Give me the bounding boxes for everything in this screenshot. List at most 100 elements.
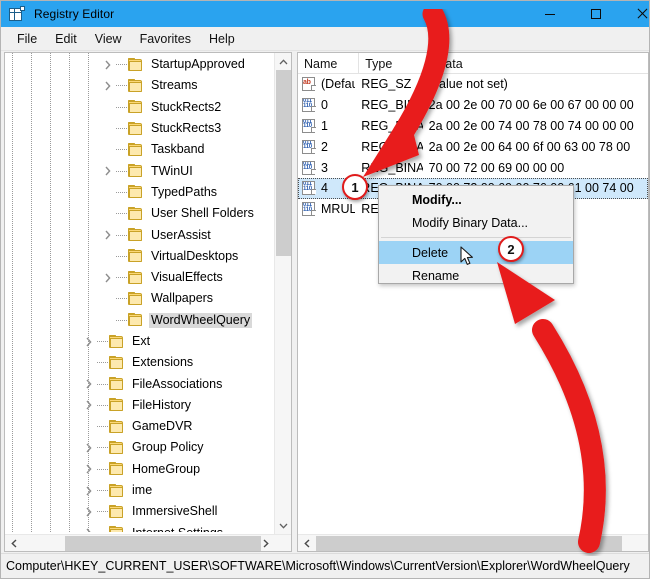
maximize-button[interactable] bbox=[573, 1, 619, 27]
tree-item-streams[interactable]: Streams bbox=[5, 75, 273, 96]
expand-chevron-icon[interactable] bbox=[81, 459, 97, 480]
context-menu-item-modify[interactable]: Modify... bbox=[379, 188, 573, 211]
expand-chevron-icon[interactable] bbox=[81, 331, 97, 352]
maximize-icon bbox=[591, 9, 601, 19]
tree-scroll-right-button[interactable] bbox=[257, 535, 274, 551]
tree-item-taskband[interactable]: Taskband bbox=[5, 139, 273, 160]
minimize-button[interactable] bbox=[527, 1, 573, 27]
tree-item-virtualdesktops[interactable]: VirtualDesktops bbox=[5, 246, 273, 267]
context-menu-item-delete[interactable]: Delete bbox=[379, 241, 573, 264]
tree-connector-line bbox=[116, 277, 127, 279]
tree-leaf-spacer bbox=[100, 182, 116, 203]
tree-guide-line bbox=[50, 53, 51, 532]
context-menu-item-rename[interactable]: Rename bbox=[379, 264, 573, 287]
expand-chevron-icon[interactable] bbox=[81, 437, 97, 458]
expand-chevron-icon[interactable] bbox=[100, 160, 116, 181]
context-menu[interactable]: Modify... Modify Binary Data... Delete Rena… bbox=[378, 185, 574, 284]
value-row[interactable]: 011110 1 REG_BINARY 2a 00 2e 00 74 00 78 00… bbox=[298, 116, 648, 137]
values-horizontal-scrollbar[interactable] bbox=[298, 534, 648, 551]
tree-connector-line bbox=[116, 234, 127, 236]
tree-item-label: Streams bbox=[151, 78, 198, 93]
value-name-cell: ab (Default) bbox=[298, 74, 355, 95]
column-header-name[interactable]: Name bbox=[298, 53, 360, 74]
tree-scroll-left-button[interactable] bbox=[5, 535, 22, 551]
binary-value-icon: 011 110 bbox=[302, 202, 317, 217]
expand-chevron-icon[interactable] bbox=[100, 54, 116, 75]
tree-item-homegroup[interactable]: HomeGroup bbox=[5, 459, 273, 480]
folder-icon bbox=[109, 419, 125, 434]
registry-tree[interactable]: StartupApproved Streams StuckRects2 StuckRe… bbox=[5, 53, 273, 532]
tree-leaf-spacer bbox=[100, 139, 116, 160]
tree-item-stuckrects2[interactable]: StuckRects2 bbox=[5, 97, 273, 118]
tree-item-twinui[interactable]: TWinUI bbox=[5, 160, 273, 181]
tree-guide-line bbox=[12, 53, 13, 532]
value-row[interactable]: 011110 0 REG_BINARY 2a 00 2e 00 70 00 6e 00… bbox=[298, 95, 648, 116]
expand-chevron-icon[interactable] bbox=[100, 267, 116, 288]
tree-scroll-thumb[interactable] bbox=[276, 70, 291, 256]
folder-icon bbox=[128, 100, 144, 114]
value-name-cell: 011 110 0 bbox=[298, 95, 355, 116]
menu-favorites[interactable]: Favorites bbox=[131, 29, 200, 49]
tree-item-label: Wallpapers bbox=[151, 291, 214, 306]
tree-vertical-scrollbar[interactable] bbox=[274, 53, 291, 551]
expand-chevron-icon[interactable] bbox=[81, 373, 97, 394]
tree-item-wallpapers[interactable]: Wallpapers bbox=[5, 288, 273, 309]
registry-values-pane: Name Type Data ab (Default) REG_SZ (value n… bbox=[297, 52, 649, 552]
value-row[interactable]: 011110 2 REG_BINARY 2a 00 2e 00 64 00 6f 00… bbox=[298, 136, 648, 157]
menu-view[interactable]: View bbox=[86, 29, 131, 49]
tree-item-visualeffects[interactable]: VisualEffects bbox=[5, 267, 273, 288]
tree-item-fileassociations[interactable]: FileAssociations bbox=[5, 373, 273, 394]
expand-chevron-icon[interactable] bbox=[81, 480, 97, 501]
tree-item-userassist[interactable]: UserAssist bbox=[5, 224, 273, 245]
expand-chevron-icon[interactable] bbox=[100, 224, 116, 245]
value-type-cell: REG_BINARY bbox=[361, 118, 422, 133]
expand-chevron-icon[interactable] bbox=[100, 75, 116, 96]
values-scroll-left-button[interactable] bbox=[298, 535, 315, 551]
tree-scroll-down-button[interactable] bbox=[275, 517, 291, 534]
tree-item-label: Ext bbox=[132, 334, 151, 348]
tree-horizontal-scrollbar[interactable] bbox=[5, 534, 291, 551]
column-header-type[interactable]: Type bbox=[359, 53, 431, 74]
tree-item-extensions[interactable]: Extensions bbox=[5, 352, 273, 373]
tree-item-gamedvr[interactable]: GameDVR bbox=[5, 416, 273, 437]
tree-connector-line bbox=[97, 341, 108, 342]
tree-item-ime[interactable]: ime bbox=[5, 480, 273, 501]
context-menu-item-modify-binary-data[interactable]: Modify Binary Data... bbox=[379, 211, 573, 234]
expand-chevron-icon[interactable] bbox=[81, 395, 97, 416]
tree-item-group-policy[interactable]: Group Policy bbox=[5, 437, 273, 458]
tree-item-internet-settings[interactable]: Internet Settings bbox=[5, 523, 273, 532]
tree-item-user-shell-folders[interactable]: User Shell Folders bbox=[5, 203, 273, 224]
values-hscroll-thumb[interactable] bbox=[316, 536, 622, 551]
tree-item-filehistory[interactable]: FileHistory bbox=[5, 395, 273, 416]
folder-icon bbox=[128, 185, 144, 199]
value-name: 3 bbox=[321, 160, 328, 175]
tree-item-startupapproved[interactable]: StartupApproved bbox=[5, 54, 273, 75]
tree-item-typedpaths[interactable]: TypedPaths bbox=[5, 182, 273, 203]
expand-chevron-icon[interactable] bbox=[81, 501, 97, 522]
menu-file[interactable]: File bbox=[8, 29, 46, 49]
tree-hscroll-thumb[interactable] bbox=[65, 536, 261, 551]
tree-connector-line bbox=[116, 106, 127, 108]
tree-scroll-up-button[interactable] bbox=[275, 53, 291, 70]
tree-item-immersiveshell[interactable]: ImmersiveShell bbox=[5, 501, 273, 522]
annotation-badge-2: 2 bbox=[498, 236, 524, 262]
expand-chevron-icon[interactable] bbox=[81, 523, 97, 532]
tree-item-stuckrects3[interactable]: StuckRects3 bbox=[5, 118, 273, 139]
tree-item-ext[interactable]: Ext bbox=[5, 331, 273, 352]
tree-item-label: Taskband bbox=[151, 142, 205, 157]
folder-icon bbox=[109, 377, 125, 391]
menu-edit[interactable]: Edit bbox=[46, 29, 86, 49]
menu-help[interactable]: Help bbox=[200, 29, 244, 49]
close-button[interactable] bbox=[619, 1, 649, 27]
tree-item-wordwheelquery[interactable]: WordWheelQuery bbox=[5, 310, 273, 331]
tree-leaf-spacer bbox=[100, 97, 116, 118]
folder-icon bbox=[109, 355, 125, 370]
column-header-data[interactable]: Data bbox=[430, 53, 648, 74]
value-name: 0 bbox=[321, 98, 328, 113]
tree-connector-line bbox=[97, 426, 108, 428]
value-row[interactable]: ab (Default) REG_SZ (value not set) bbox=[298, 74, 648, 95]
